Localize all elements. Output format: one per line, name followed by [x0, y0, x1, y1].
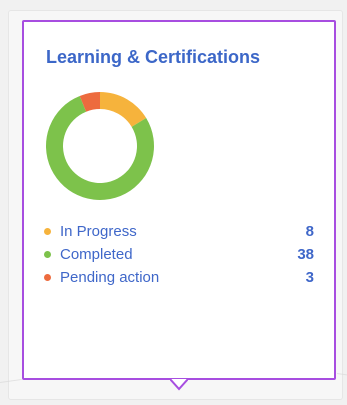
certification-donut-chart — [44, 90, 156, 202]
completed-label: Completed — [60, 246, 133, 263]
in-progress-dot — [44, 228, 51, 235]
pointer-icon — [170, 379, 188, 391]
in-progress-slice — [100, 92, 147, 127]
completed-dot — [44, 251, 51, 258]
in-progress-label: In Progress — [60, 223, 137, 240]
legend-item-pending-action[interactable]: Pending action 3 — [44, 266, 314, 289]
pending-action-label: Pending action — [60, 269, 160, 286]
card-pointer — [170, 379, 188, 391]
completed-count: 38 — [297, 246, 314, 263]
pending-action-dot — [44, 274, 51, 281]
donut-chart-svg — [46, 92, 155, 200]
learning-certifications-card[interactable]: Learning & Certifications In Progress 8 … — [22, 20, 336, 380]
legend-item-in-progress[interactable]: In Progress 8 — [44, 220, 314, 243]
in-progress-count: 8 — [305, 223, 314, 240]
screen: Learning & Certifications In Progress 8 … — [0, 0, 347, 405]
legend: In Progress 8 Completed 38 Pending actio… — [44, 220, 314, 289]
pending-action-count: 3 — [305, 269, 314, 286]
card-title: Learning & Certifications — [46, 47, 261, 67]
legend-item-completed[interactable]: Completed 38 — [44, 243, 314, 266]
